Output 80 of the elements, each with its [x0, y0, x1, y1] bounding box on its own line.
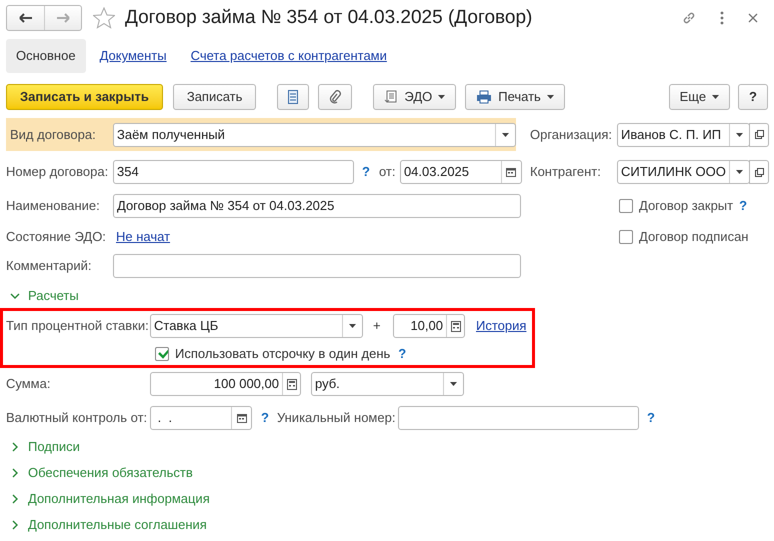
checkbox-label: Использовать отсрочку в один день [175, 345, 390, 364]
back-arrow-icon [18, 13, 32, 23]
help-link[interactable]: ? [739, 196, 748, 216]
checkbox[interactable] [155, 347, 169, 361]
printer-icon [476, 90, 492, 104]
more-button[interactable]: Еще [668, 84, 730, 110]
help-link[interactable]: ? [261, 408, 269, 428]
edo-button[interactable]: ЭДО [373, 84, 456, 110]
window-title: Договор займа № 354 от 04.03.2025 (Договор) [125, 6, 532, 30]
date-field[interactable]: 04.03.2025 [400, 160, 522, 184]
counterparty-select[interactable]: СИТИЛИНК ООО [617, 160, 750, 184]
link-icon[interactable] [682, 11, 696, 25]
calculator-icon[interactable] [446, 315, 464, 337]
number-field[interactable]: 354 [113, 160, 354, 184]
field-label: Сумма: [6, 375, 52, 394]
star-icon[interactable] [93, 7, 115, 29]
more-icon[interactable] [720, 11, 724, 25]
print-button[interactable]: Печать [465, 84, 565, 110]
field-label: Уникальный номер: [276, 409, 396, 428]
rate-field[interactable]: 10,00 [393, 314, 465, 338]
field-label: Состояние ЭДО: [6, 228, 107, 246]
group-header[interactable]: Дополнительная информация [28, 489, 210, 509]
caret-icon [546, 95, 554, 99]
rate-type-select[interactable]: Ставка ЦБ [150, 314, 363, 338]
open-window-icon [754, 130, 764, 139]
open-window-icon [754, 168, 764, 176]
caret-icon [712, 95, 720, 99]
paperclip-icon [329, 90, 342, 104]
forward-arrow-icon [56, 13, 70, 23]
contract-type-select[interactable]: Заём полученный [113, 122, 516, 146]
checkbox-label: Договор подписан [639, 228, 748, 246]
open-button[interactable] [749, 160, 769, 184]
edo-state-link[interactable]: Не начат [116, 227, 170, 247]
help-link[interactable]: ? [362, 162, 370, 182]
list-button[interactable] [277, 84, 310, 110]
tab[interactable]: Счета расчетов с контрагентами [180, 39, 397, 73]
field-label: Вид договора: [10, 126, 97, 144]
name-field[interactable]: Договор займа № 354 от 04.03.2025 [113, 194, 521, 218]
tab[interactable]: Основное [6, 39, 86, 73]
field-label: от: [378, 163, 396, 182]
open-button[interactable] [749, 122, 769, 146]
save-close-button[interactable]: Записать и закрыть [6, 84, 163, 110]
history-link[interactable]: История [476, 316, 526, 336]
help-button[interactable]: ? [738, 84, 768, 110]
plus-sign: + [373, 317, 382, 336]
group-header[interactable]: Расчеты [28, 286, 79, 306]
chevron-right-icon [10, 494, 20, 504]
checkbox-label: Договор закрыт [639, 197, 734, 216]
field-label: Валютный контроль от: [6, 409, 148, 428]
chevron-right-icon [10, 468, 20, 478]
chevron-right-icon [10, 442, 20, 452]
amount-field[interactable]: 100 000,00 [150, 372, 301, 396]
field-label: Контрагент: [530, 163, 602, 182]
currency-select[interactable]: руб. [311, 372, 464, 396]
help-link[interactable]: ? [398, 344, 406, 364]
field-label: Организация: [530, 126, 614, 144]
field-label: Комментарий: [6, 257, 92, 276]
chevron-right-icon [10, 520, 20, 530]
group-header[interactable]: Дополнительные соглашения [28, 515, 207, 535]
comment-field[interactable] [113, 254, 521, 278]
unique-number-field[interactable] [398, 406, 639, 430]
help-link[interactable]: ? [646, 408, 655, 428]
document-exchange-icon [384, 90, 398, 104]
checkbox[interactable] [619, 230, 633, 244]
caret-icon [438, 95, 446, 99]
tab[interactable]: Документы [90, 39, 177, 73]
save-button[interactable]: Записать [172, 84, 256, 110]
chevron-down-icon [10, 291, 20, 301]
checkbox[interactable] [619, 199, 633, 213]
group-header[interactable]: Подписи [28, 437, 80, 457]
field-label: Номер договора: [6, 163, 110, 182]
group-header[interactable]: Обеспечения обязательств [28, 463, 193, 483]
calculator-icon[interactable] [282, 373, 300, 395]
field-label: Наименование: [6, 197, 101, 216]
list-icon [288, 90, 298, 104]
control-date-field[interactable]: . . [150, 406, 252, 430]
field-label: Тип процентной ставки: [6, 317, 150, 336]
organization-select[interactable]: Иванов С. П. ИП [617, 122, 750, 146]
close-icon[interactable] [748, 13, 758, 23]
attach-button[interactable] [318, 84, 352, 110]
